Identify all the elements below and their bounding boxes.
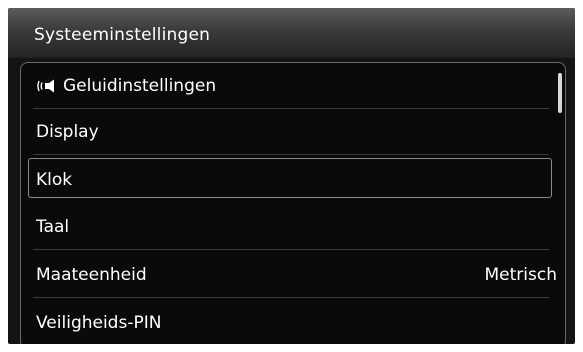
system-settings-screen: Systeeminstellingen Geluidinstellingen D…	[8, 8, 575, 344]
menu-item-language[interactable]: Taal	[21, 204, 565, 250]
menu-item-clock[interactable]: Klok	[21, 157, 565, 203]
menu-item-display[interactable]: Display	[21, 109, 565, 155]
menu-item-label: Geluidinstellingen	[63, 76, 217, 96]
menu-item-label: Klok	[36, 170, 73, 190]
menu-item-security-pin[interactable]: Veiligheids-PIN	[21, 300, 565, 344]
menu-item-sound-settings[interactable]: Geluidinstellingen	[21, 63, 565, 109]
settings-list: Geluidinstellingen Display Klok Taal Maa…	[20, 62, 566, 344]
divider	[33, 297, 549, 298]
divider	[33, 154, 549, 155]
menu-item-units[interactable]: Maateenheid Metrisch	[21, 252, 565, 298]
menu-item-label: Veiligheids-PIN	[36, 313, 162, 333]
scrollbar[interactable]	[558, 73, 562, 113]
menu-item-value: Metrisch	[484, 265, 557, 285]
divider	[33, 249, 549, 250]
menu-item-label: Display	[36, 122, 99, 142]
speaker-sound-icon	[37, 78, 59, 94]
selection-highlight	[28, 158, 552, 198]
title-bar: Systeeminstellingen	[8, 8, 575, 58]
menu-item-label: Taal	[36, 217, 70, 237]
menu-item-label: Maateenheid	[36, 265, 147, 285]
page-title: Systeeminstellingen	[34, 25, 211, 45]
